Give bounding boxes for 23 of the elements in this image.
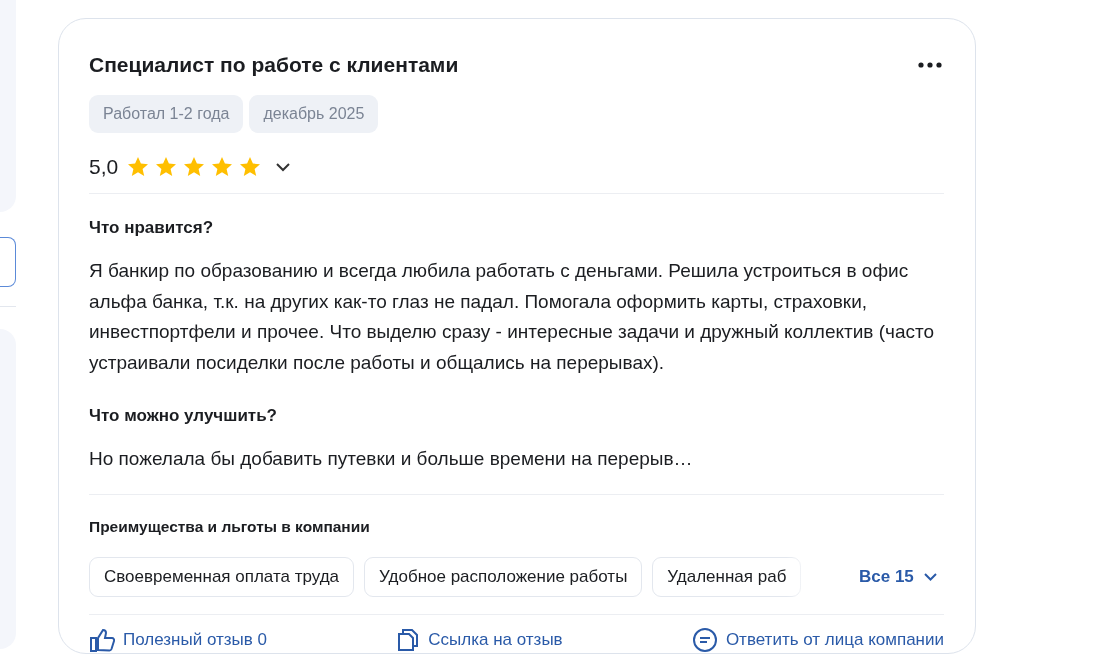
chevron-down-icon xyxy=(923,572,937,581)
section-heading: Что нравится? xyxy=(89,217,215,239)
copy-link-button[interactable]: Ссылка на отзыв xyxy=(396,626,563,653)
show-all-button[interactable]: Все 15 xyxy=(859,566,937,587)
section-heading: Что можно улучшить? xyxy=(89,405,278,427)
benefit-tag: Своевременная оплата труда xyxy=(89,556,355,597)
chat-icon xyxy=(691,626,718,653)
review-tag: Работал 1-2 года xyxy=(89,95,244,133)
review-title: Специалист по работе с клиентами xyxy=(89,52,459,78)
review-text: Но пожелала бы добавить путевки и больше времени на перерыв… xyxy=(89,447,694,471)
rating-value: 5,0 xyxy=(89,155,119,179)
helpful-button[interactable]: Полезный отзыв 0 xyxy=(89,626,267,653)
copy-icon xyxy=(396,627,421,652)
reply-button[interactable]: Ответить от лица компании xyxy=(691,626,944,653)
benefit-tag: Удаленная раб xyxy=(652,556,802,597)
more-options-button[interactable] xyxy=(918,62,942,68)
input-field[interactable] xyxy=(0,237,16,287)
benefits-heading: Преимущества и льготы в компании xyxy=(89,516,371,537)
expand-button[interactable] xyxy=(276,162,291,172)
review-text: Я банкир по образованию и всегда любила работать с деньгами. Решила устроиться в офис альфа банка, т.к. на других как-то глаз не падал. Помогала оформить карты, страховки, инвестпортфели и прочее. Что выделю сразу - интересные задачи и дружный коллектив (часто устраивали посиделки после работы и общались на перерывах). xyxy=(89,259,936,375)
review-tag: декабрь 2025 xyxy=(249,95,379,133)
benefit-tag: Удобное расположение работы xyxy=(364,556,643,597)
thumbs-up-icon xyxy=(89,627,115,652)
